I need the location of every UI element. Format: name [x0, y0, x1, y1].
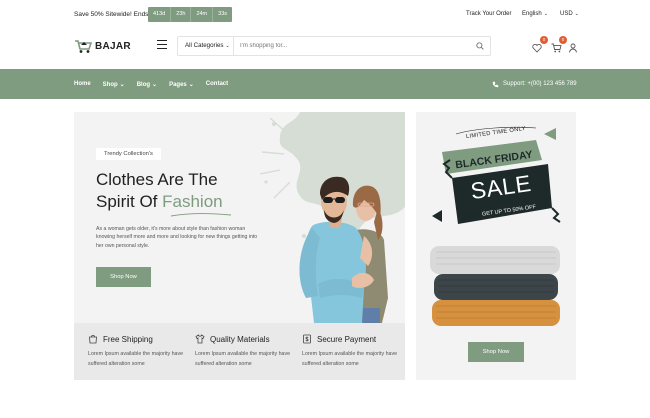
logo[interactable]: BAJAR — [74, 38, 131, 54]
account-button[interactable] — [569, 40, 581, 53]
logo-text: BAJAR — [95, 40, 131, 52]
cart-button[interactable]: 0 — [551, 36, 567, 53]
collection-tag: Trendy Collection's — [96, 148, 161, 160]
feature-title: Free Shipping — [103, 334, 153, 344]
currency-label: USD — [560, 11, 573, 17]
chevron-down-icon: ⌄ — [543, 11, 548, 17]
language-select[interactable]: English ⌄ — [522, 11, 548, 17]
cart-logo-icon — [75, 40, 92, 53]
hero-description: As a woman gets older, it's more about s… — [96, 226, 258, 249]
feature-text: Lorem Ipsum available the majority have … — [195, 351, 291, 367]
tshirt-icon — [195, 334, 205, 344]
chevron-down-icon: ⌄ — [119, 81, 125, 88]
track-order-link[interactable]: Track Your Order — [466, 11, 511, 17]
category-select[interactable]: All Categories ⌄ — [178, 37, 234, 55]
chevron-down-icon: ⌄ — [152, 81, 158, 88]
nav-item-contact[interactable]: Contact — [206, 81, 228, 87]
search-icon — [476, 42, 484, 50]
top-bar: Save 50% Sitewide! Ends in: 413d 23h 24m… — [0, 0, 650, 30]
search-bar: All Categories ⌄ — [177, 36, 491, 56]
countdown-hours: 23h — [171, 7, 192, 22]
support-phone[interactable]: Support: +(00) 123 456 789 — [492, 69, 577, 99]
chevron-down-icon: ⌄ — [225, 43, 230, 49]
black-friday-promo: LIMITED TIME ONLY BLACK FRIDAY SALE GET … — [416, 112, 576, 380]
language-label: English — [522, 11, 542, 17]
currency-select[interactable]: USD ⌄ — [560, 11, 579, 17]
heart-icon — [532, 43, 542, 53]
promo-text: Save 50% Sitewide! Ends in: — [74, 11, 158, 18]
hero-headline: Clothes Are The Spirit Of Fashion — [96, 169, 266, 213]
cart-count-badge: 0 — [559, 36, 567, 44]
headline-line-1: Clothes Are The — [96, 170, 218, 189]
sweater-stack-image — [430, 246, 560, 326]
cart-icon — [551, 43, 562, 53]
couple-photo — [299, 176, 388, 323]
nav-label-shop: Shop — [102, 81, 118, 88]
hero-shop-now-button[interactable]: Shop Now — [96, 267, 151, 287]
menu-toggle-icon[interactable] — [157, 40, 167, 49]
feature-item: Quality Materials Lorem Ipsum available … — [195, 333, 295, 369]
wishlist-button[interactable]: 0 — [532, 36, 548, 53]
headline-line-2: Spirit Of — [96, 192, 158, 211]
countdown-timer: 413d 23h 24m 33s — [148, 7, 233, 22]
nav-item-shop[interactable]: Shop ⌄ — [103, 81, 125, 88]
headline-accent: Fashion — [162, 192, 223, 211]
features-bar: Free Shipping Lorem Ipsum available the … — [74, 323, 405, 380]
countdown-days: 413d — [148, 7, 172, 22]
chevron-down-icon: ⌄ — [574, 11, 579, 17]
hero-banner: Trendy Collection's Clothes Are The Spir… — [74, 112, 405, 323]
feature-text: Lorem Ipsum available the majority have … — [88, 351, 184, 367]
nav-label-blog: Blog — [136, 81, 151, 88]
promo-shop-now-button[interactable]: Shop Now — [468, 342, 524, 362]
feature-item: Free Shipping Lorem Ipsum available the … — [88, 333, 188, 369]
secure-payment-icon — [303, 334, 311, 344]
chevron-down-icon: ⌄ — [188, 81, 194, 88]
wishlist-count-badge: 0 — [540, 36, 548, 44]
phone-icon — [492, 81, 499, 87]
nav-item-pages[interactable]: Pages ⌄ — [169, 81, 194, 88]
support-text: Support: +(00) 123 456 789 — [503, 81, 577, 87]
feature-title: Secure Payment — [317, 334, 377, 344]
main-nav: Home Shop ⌄ Blog ⌄ Pages ⌄ Contact Support:… — [0, 69, 650, 99]
feature-title: Quality Materials — [210, 334, 270, 344]
accent-underline-decoration — [170, 213, 232, 217]
nav-label-pages: Pages — [169, 81, 187, 88]
countdown-minutes: 24m — [191, 7, 214, 22]
feature-text: Lorem Ipsum available the majority have … — [302, 351, 398, 367]
nav-item-blog[interactable]: Blog ⌄ — [137, 81, 157, 88]
feature-item: Secure Payment Lorem Ipsum available the… — [302, 333, 402, 369]
countdown-seconds: 33s — [218, 11, 228, 17]
search-input[interactable] — [234, 43, 470, 49]
nav-item-home[interactable]: Home — [74, 81, 91, 87]
search-button[interactable] — [470, 37, 490, 55]
category-label: All Categories — [185, 42, 224, 49]
shopping-bag-icon — [89, 335, 97, 344]
user-icon — [569, 43, 577, 53]
